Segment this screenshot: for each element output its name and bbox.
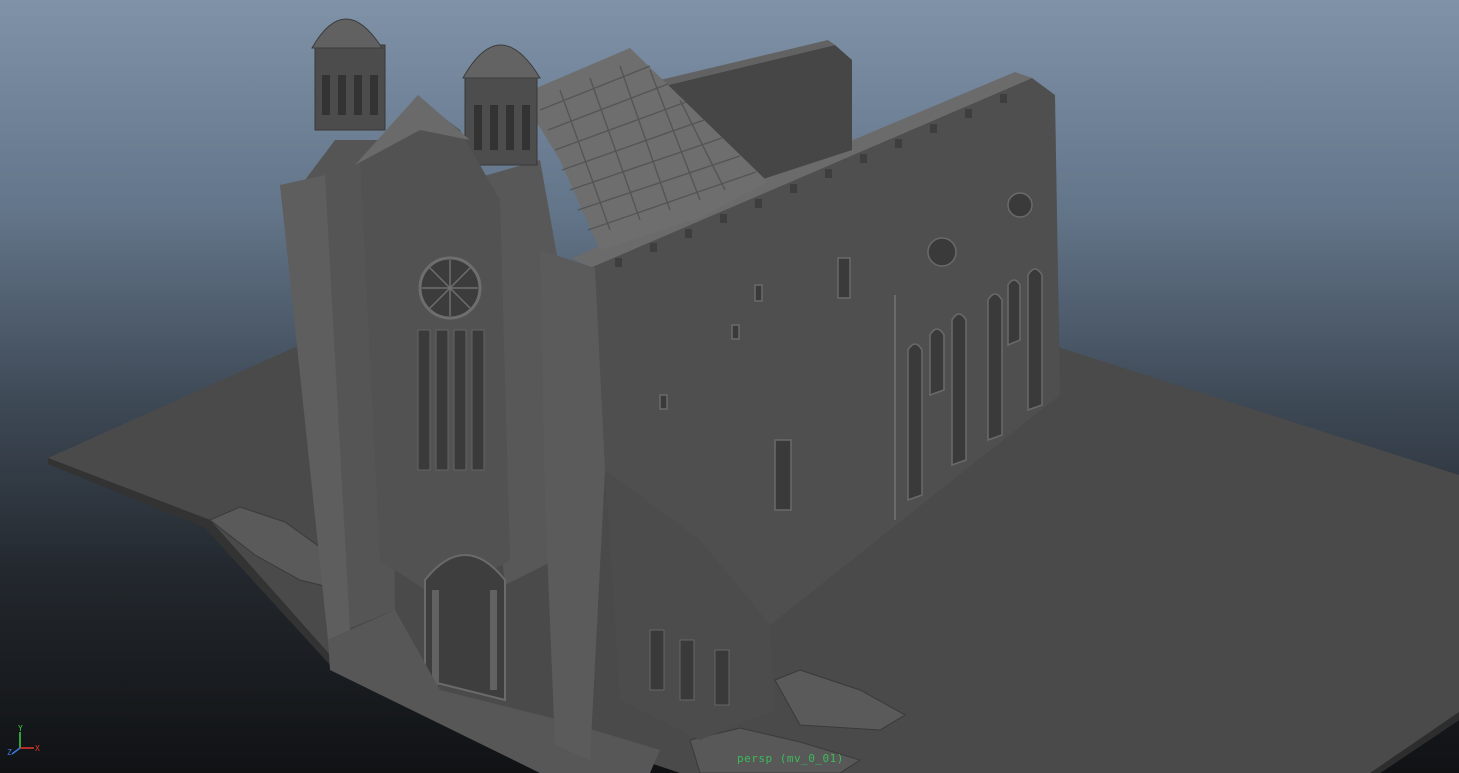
rose-window-spokes bbox=[422, 260, 478, 316]
axis-y-label: Y bbox=[18, 724, 23, 733]
axis-gizmo: Y X Z bbox=[7, 724, 40, 756]
perspective-viewport[interactable]: Y X Z persp (mv_0_01) bbox=[0, 0, 1459, 773]
left-tower-dome bbox=[311, 18, 383, 49]
axis-z-label: Z bbox=[7, 748, 12, 756]
axis-z-line bbox=[11, 747, 21, 755]
right-tower-dome bbox=[462, 44, 541, 79]
axis-x-label: X bbox=[35, 744, 40, 753]
scene-3d-view bbox=[48, 18, 1459, 773]
camera-name-label: persp (mv_0_01) bbox=[737, 752, 844, 765]
